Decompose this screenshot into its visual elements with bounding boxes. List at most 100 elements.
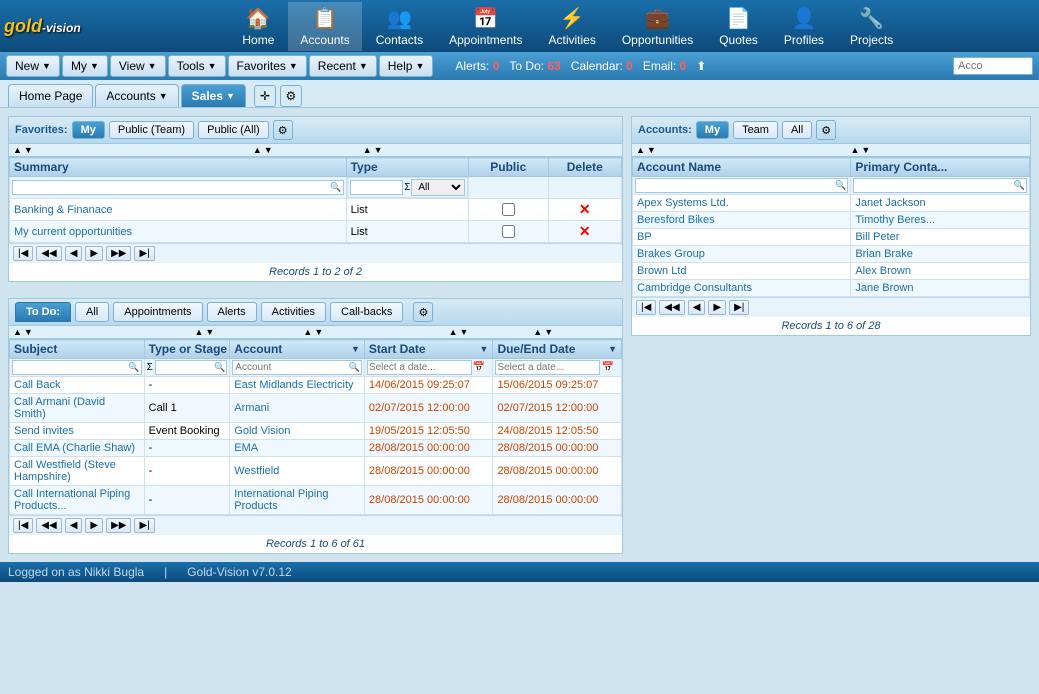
nav-home[interactable]: 🏠 Home	[230, 2, 286, 51]
account-col-header[interactable]: Account ▼	[230, 340, 365, 359]
todo-subject-2[interactable]: Call Armani (David Smith)	[10, 394, 145, 423]
todo-tab-appointments[interactable]: Appointments	[113, 302, 202, 322]
todo-tab-callbacks[interactable]: Call-backs	[330, 302, 403, 322]
startdate-sort-down[interactable]: ▼	[460, 327, 469, 337]
todo-tab-all[interactable]: All	[75, 302, 109, 322]
account-sort-up[interactable]: ▲	[303, 327, 312, 337]
delete-btn-2[interactable]: ✕	[579, 223, 591, 239]
startdate-col-header[interactable]: Start Date ▼	[364, 340, 493, 359]
todo-account-6[interactable]: International Piping Products	[230, 486, 365, 515]
favorites-gear-button[interactable]: ⚙	[273, 120, 293, 140]
todo-subject-5[interactable]: Call Westfield (Steve Hampshire)	[10, 457, 145, 486]
acct-contact-sort-down[interactable]: ▼	[861, 145, 870, 155]
duedate-col-header[interactable]: Due/End Date ▼	[493, 340, 622, 359]
acct-name-5[interactable]: Brown Ltd	[633, 263, 851, 280]
summary-col-header[interactable]: Summary	[10, 158, 347, 177]
account-filter-input[interactable]	[232, 360, 362, 375]
todo-count[interactable]: 63	[547, 59, 560, 73]
public-checkbox-2[interactable]	[502, 225, 515, 238]
nav-profiles[interactable]: 👤 Profiles	[772, 2, 836, 51]
accounts-all-tab[interactable]: All	[782, 121, 812, 139]
type-filter-input[interactable]	[350, 180, 404, 195]
acct-contact-3[interactable]: Bill Peter	[851, 229, 1030, 246]
delete-btn-1[interactable]: ✕	[579, 201, 591, 217]
public-sort-down[interactable]: ▼	[374, 145, 383, 155]
accounts-my-tab[interactable]: My	[696, 121, 729, 139]
duedate-sort-up[interactable]: ▲	[533, 327, 542, 337]
favorites-public-team-tab[interactable]: Public (Team)	[109, 121, 194, 139]
acct-contact-2[interactable]: Timothy Beres...	[851, 212, 1030, 229]
fav-next-btn[interactable]: ▶	[85, 246, 103, 261]
todo-subject-6[interactable]: Call International Piping Products...	[10, 486, 145, 515]
todo-prev-prev-btn[interactable]: ◀◀	[36, 518, 61, 533]
email-count[interactable]: 0	[680, 59, 687, 73]
todo-next-next-btn[interactable]: ▶▶	[106, 518, 131, 533]
acct-name-col-header[interactable]: Account Name	[633, 158, 851, 177]
accounts-gear-button[interactable]: ⚙	[816, 120, 836, 140]
todo-gear-button[interactable]: ⚙	[413, 302, 433, 322]
fav-next-next-btn[interactable]: ▶▶	[106, 246, 131, 261]
nav-opportunities[interactable]: 💼 Opportunities	[610, 2, 705, 51]
acct-contact-filter-input[interactable]	[853, 178, 1027, 193]
accounts-team-tab[interactable]: Team	[733, 121, 778, 139]
type-col-header[interactable]: Type	[346, 158, 468, 177]
acct-name-3[interactable]: BP	[633, 229, 851, 246]
account-sort-down[interactable]: ▼	[314, 327, 323, 337]
type-sort-down[interactable]: ▼	[264, 145, 273, 155]
todo-account-1[interactable]: East Midlands Electricity	[230, 377, 365, 394]
acct-contact-1[interactable]: Janet Jackson	[851, 195, 1030, 212]
todo-account-4[interactable]: EMA	[230, 440, 365, 457]
acct-prev-btn[interactable]: ◀	[688, 300, 706, 315]
acct-name-sort-up[interactable]: ▲	[636, 145, 645, 155]
tab-sales[interactable]: Sales ▼	[181, 84, 246, 107]
todo-account-2[interactable]: Armani	[230, 394, 365, 423]
nav-accounts[interactable]: 📋 Accounts	[288, 2, 361, 51]
tab-homepage[interactable]: Home Page	[8, 84, 93, 107]
public-col-header[interactable]: Public	[469, 158, 549, 177]
acct-contact-4[interactable]: Brian Brake	[851, 246, 1030, 263]
favorites-public-all-tab[interactable]: Public (All)	[198, 121, 269, 139]
acct-name-1[interactable]: Apex Systems Ltd.	[633, 195, 851, 212]
subject-col-header[interactable]: Subject	[10, 340, 145, 359]
global-search-input[interactable]	[953, 57, 1033, 75]
type-sort-up[interactable]: ▲	[253, 145, 262, 155]
nav-contacts[interactable]: 👥 Contacts	[364, 2, 435, 51]
calendar-count[interactable]: 0	[626, 59, 633, 73]
todo-account-3[interactable]: Gold Vision	[230, 423, 365, 440]
todo-subject-1[interactable]: Call Back	[10, 377, 145, 394]
acct-first-btn[interactable]: |◀	[636, 300, 656, 315]
tools-button[interactable]: Tools ▼	[168, 55, 226, 77]
summary-cell-2[interactable]: My current opportunities	[10, 221, 347, 243]
acct-next-btn[interactable]: ▶	[708, 300, 726, 315]
public-sort-up[interactable]: ▲	[363, 145, 372, 155]
acct-last-btn[interactable]: ▶|	[729, 300, 749, 315]
fav-first-btn[interactable]: |◀	[13, 246, 33, 261]
acct-contact-sort-up[interactable]: ▲	[851, 145, 860, 155]
todo-next-btn[interactable]: ▶	[85, 518, 103, 533]
acct-contact-5[interactable]: Alex Brown	[851, 263, 1030, 280]
nav-projects[interactable]: 🔧 Projects	[838, 2, 905, 51]
duedate-cal-icon[interactable]: 📅	[601, 362, 613, 373]
help-button[interactable]: Help ▼	[379, 55, 434, 77]
nav-appointments[interactable]: 📅 Appointments	[437, 2, 534, 51]
acct-contact-col-header[interactable]: Primary Conta...	[851, 158, 1030, 177]
tab-settings-button[interactable]: ⚙	[280, 85, 302, 107]
acct-name-2[interactable]: Beresford Bikes	[633, 212, 851, 229]
alerts-count[interactable]: 0	[493, 59, 500, 73]
todo-account-5[interactable]: Westfield	[230, 457, 365, 486]
new-button[interactable]: New ▼	[6, 55, 60, 77]
acct-prev-prev-btn[interactable]: ◀◀	[659, 300, 684, 315]
tab-accounts[interactable]: Accounts ▼	[95, 84, 178, 107]
sort-down-icon[interactable]: ▼	[24, 145, 33, 155]
startdate-filter-input[interactable]	[367, 360, 472, 375]
view-button[interactable]: View ▼	[110, 55, 166, 77]
fav-last-btn[interactable]: ▶|	[134, 246, 154, 261]
duedate-filter-input[interactable]	[495, 360, 600, 375]
todo-tab-active[interactable]: To Do:	[15, 302, 71, 322]
todo-tab-alerts[interactable]: Alerts	[207, 302, 257, 322]
recent-button[interactable]: Recent ▼	[309, 55, 377, 77]
subject-sort-down[interactable]: ▼	[24, 327, 33, 337]
startdate-sort-up[interactable]: ▲	[449, 327, 458, 337]
todo-first-btn[interactable]: |◀	[13, 518, 33, 533]
type-col-header2[interactable]: Type or Stage	[144, 340, 230, 359]
